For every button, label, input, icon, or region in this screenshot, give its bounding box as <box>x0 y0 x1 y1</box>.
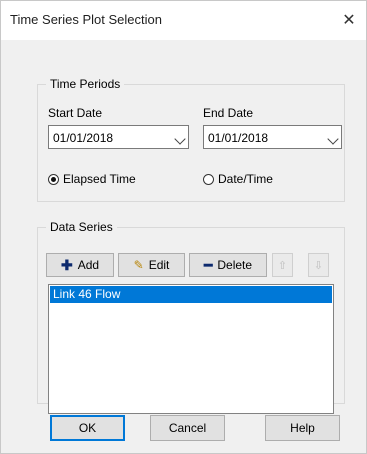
elapsed-time-radio[interactable]: Elapsed Time <box>48 172 136 186</box>
data-series-group: Data Series ✚ Add ✎ Edit ━ Delete ⇧ ⇩ Li… <box>37 220 345 414</box>
edit-button-label: Edit <box>148 258 170 272</box>
elapsed-time-label: Elapsed Time <box>63 172 136 186</box>
delete-button-label: Delete <box>217 258 253 272</box>
close-icon[interactable] <box>338 10 360 32</box>
end-date-label: End Date <box>203 106 254 120</box>
time-periods-legend: Time Periods <box>46 77 125 91</box>
time-periods-group: Time Periods Start Date End Date 01/01/2… <box>37 77 345 202</box>
data-series-legend: Data Series <box>46 220 117 234</box>
end-date-dropdown[interactable]: 01/01/2018 <box>203 125 342 149</box>
arrow-up-icon: ⇧ <box>277 259 288 272</box>
minus-icon: ━ <box>203 256 213 273</box>
start-date-dropdown[interactable]: 01/01/2018 <box>48 125 189 149</box>
ok-button[interactable]: OK <box>50 415 125 441</box>
date-time-radio[interactable]: Date/Time <box>203 172 273 186</box>
cancel-button[interactable]: Cancel <box>150 415 225 441</box>
list-item[interactable]: Link 46 Flow <box>50 286 332 303</box>
arrow-down-icon: ⇩ <box>313 259 324 272</box>
plus-icon: ✚ <box>60 256 73 273</box>
end-date-value: 01/01/2018 <box>208 131 269 145</box>
window-title: Time Series Plot Selection <box>10 12 162 27</box>
start-date-value: 01/01/2018 <box>53 131 114 145</box>
edit-button[interactable]: ✎ Edit <box>118 253 185 277</box>
date-time-label: Date/Time <box>218 172 273 186</box>
title-bar: Time Series Plot Selection <box>1 1 366 40</box>
chevron-down-icon <box>327 133 339 145</box>
dialog-window: Time Series Plot Selection Time Periods … <box>0 0 367 454</box>
radio-unchecked-icon <box>203 173 214 185</box>
move-up-button[interactable]: ⇧ <box>272 253 293 277</box>
radio-checked-icon <box>48 173 59 185</box>
move-down-button[interactable]: ⇩ <box>308 253 329 277</box>
help-button[interactable]: Help <box>265 415 340 441</box>
start-date-label: Start Date <box>48 106 103 120</box>
delete-button[interactable]: ━ Delete <box>189 253 267 277</box>
chevron-down-icon <box>174 133 186 145</box>
edit-icon: ✎ <box>133 258 144 272</box>
series-listbox[interactable]: Link 46 Flow <box>48 284 334 414</box>
add-button-label: Add <box>77 258 100 272</box>
add-button[interactable]: ✚ Add <box>46 253 114 277</box>
